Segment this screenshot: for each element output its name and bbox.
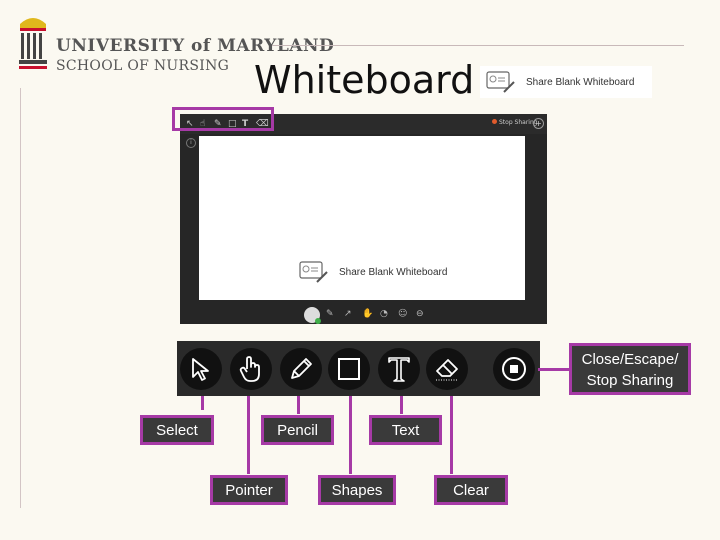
close-escape-stop-label: Close/Escape/ Stop Sharing	[569, 343, 691, 395]
stop-circle-icon	[502, 357, 526, 381]
clear-connector-line	[450, 396, 453, 474]
pointer-connector-line	[247, 396, 250, 474]
university-logo: UNIVERSITY of MARYLAND SCHOOL OF NURSING	[18, 14, 334, 74]
shapes-label: Shapes	[318, 475, 396, 505]
whiteboard-bottombar: ✎ ↗ ✋ ◔ ☺ ⊖	[180, 304, 547, 324]
share-blank-whiteboard-chip: Share Blank Whiteboard	[480, 66, 652, 98]
whiteboard-screenshot: ↖ ☝ ✎ □ T ⌫ Stop Sharing + i Share Blank…	[180, 114, 547, 324]
mini-share-icon: ↗	[344, 309, 352, 319]
whiteboard-icon	[486, 71, 515, 93]
close-connector-line	[538, 368, 570, 371]
close-label-line2: Stop Sharing	[586, 372, 674, 389]
close-label-line1: Close/Escape/	[581, 351, 679, 368]
page-title: Whiteboard	[254, 58, 475, 102]
pencil-tool-button[interactable]	[280, 348, 322, 390]
mini-mic-icon: ✎	[326, 309, 334, 319]
mini-more-icon: ⊖	[416, 309, 424, 319]
select-connector-line	[201, 396, 204, 410]
logo-university-text: UNIVERSITY of MARYLAND	[56, 36, 335, 56]
mini-info-icon: i	[186, 138, 196, 148]
whiteboard-canvas: Share Blank Whiteboard	[199, 136, 525, 300]
logo-school-text: SCHOOL OF NURSING	[56, 58, 230, 74]
square-icon	[338, 358, 360, 380]
pointer-label: Pointer	[210, 475, 288, 505]
pencil-label: Pencil	[261, 415, 334, 445]
hand-pointer-icon	[239, 356, 260, 382]
header-divider	[272, 45, 684, 46]
text-tool-button[interactable]	[378, 348, 420, 390]
share-chip-label: Share Blank Whiteboard	[526, 76, 635, 88]
avatar	[304, 307, 321, 324]
mini-add-icon: +	[533, 118, 544, 129]
dome-logo-icon	[19, 18, 47, 69]
text-label: Text	[369, 415, 442, 445]
mini-hand-icon: ✋	[362, 309, 374, 319]
shapes-tool-button[interactable]	[328, 348, 370, 390]
toolbar-highlight-box	[172, 107, 274, 131]
side-divider	[20, 88, 21, 508]
shapes-connector-line	[349, 396, 352, 474]
text-connector-line	[400, 396, 403, 414]
whiteboard-toolbar	[177, 341, 540, 396]
clear-label: Clear	[434, 475, 508, 505]
pencil-connector-line	[297, 396, 300, 414]
whiteboard-icon	[299, 261, 328, 283]
mini-people-icon: ☺	[398, 309, 408, 319]
select-tool-button[interactable]	[180, 348, 222, 390]
pointer-tool-button[interactable]	[230, 348, 272, 390]
mini-chat-icon: ◔	[380, 309, 388, 319]
clear-tool-button[interactable]	[426, 348, 468, 390]
arrow-cursor-icon	[192, 358, 209, 381]
eraser-icon	[436, 359, 458, 381]
canvas-share-text: Share Blank Whiteboard	[339, 266, 448, 278]
pencil-icon	[291, 358, 312, 379]
mini-stop-sharing: Stop Sharing	[492, 119, 538, 126]
select-label: Select	[140, 415, 214, 445]
canvas-share-label: Share Blank Whiteboard	[299, 260, 447, 284]
stop-sharing-button[interactable]	[493, 348, 535, 390]
text-t-icon	[388, 357, 410, 382]
